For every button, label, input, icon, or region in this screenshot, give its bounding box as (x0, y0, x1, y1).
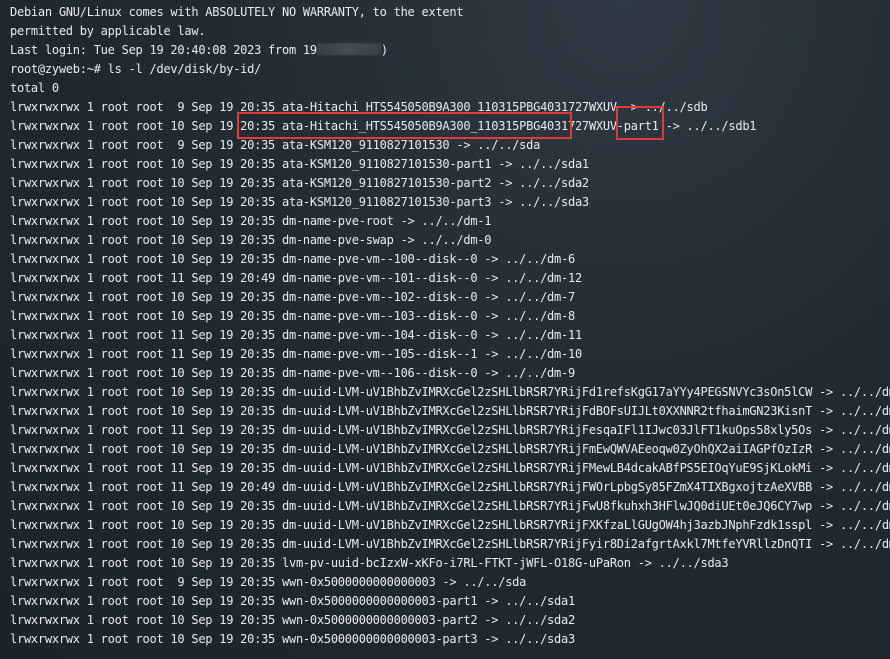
redacted-ip (316, 43, 381, 55)
listing-row: lrwxrwxrwx 1 root root 10 Sep 19 20:35 d… (10, 537, 890, 551)
listing-row: lrwxrwxrwx 1 root root 10 Sep 19 20:35 d… (10, 404, 890, 418)
total-line: total 0 (10, 81, 59, 95)
listing-row: lrwxrwxrwx 1 root root 9 Sep 19 20:35 at… (10, 138, 541, 152)
listing-row: lrwxrwxrwx 1 root root 10 Sep 19 20:35 d… (10, 309, 575, 323)
listing-row: lrwxrwxrwx 1 root root 9 Sep 19 20:35 ww… (10, 575, 527, 589)
listing-row: lrwxrwxrwx 1 root root 10 Sep 19 20:35 d… (10, 290, 575, 304)
listing-row: lrwxrwxrwx 1 root root 10 Sep 19 20:35 d… (10, 366, 575, 380)
listing-row: lrwxrwxrwx 1 root root 10 Sep 19 20:35 a… (10, 176, 589, 190)
listing-row: lrwxrwxrwx 1 root root 9 Sep 19 20:35 at… (10, 100, 708, 114)
listing-row: lrwxrwxrwx 1 root root 11 Sep 19 20:35 d… (10, 328, 582, 342)
listing-row: lrwxrwxrwx 1 root root 11 Sep 19 20:35 d… (10, 461, 890, 475)
last-login-text: Last login: Tue Sep 19 20:40:08 2023 fro… (10, 43, 317, 57)
listing-row: lrwxrwxrwx 1 root root 10 Sep 19 20:35 a… (10, 195, 589, 209)
listing-row: lrwxrwxrwx 1 root root 11 Sep 19 20:49 d… (10, 480, 890, 494)
terminal-window[interactable]: Debian GNU/Linux comes with ABSOLUTELY N… (0, 0, 890, 659)
motd-warranty-line-2: permitted by applicable law. (10, 24, 206, 38)
listing-row: lrwxrwxrwx 1 root root 10 Sep 19 20:35 a… (10, 157, 589, 171)
listing-row: lrwxrwxrwx 1 root root 10 Sep 19 20:35 d… (10, 385, 890, 399)
listing-row: lrwxrwxrwx 1 root root 10 Sep 19 20:35 d… (10, 252, 575, 266)
shell-prompt: root@zyweb:~# (10, 62, 108, 76)
command-text: ls -l /dev/disk/by-id/ (107, 62, 262, 76)
listing-row: lrwxrwxrwx 1 root root 10 Sep 19 20:35 w… (10, 613, 575, 627)
listing-row: lrwxrwxrwx 1 root root 10 Sep 19 20:35 w… (10, 594, 575, 608)
last-login-suffix: ) (380, 43, 388, 57)
listing-row: lrwxrwxrwx 1 root root 10 Sep 19 20:35 d… (10, 214, 492, 228)
listing-row: lrwxrwxrwx 1 root root 11 Sep 19 20:35 d… (10, 347, 582, 361)
command-line[interactable]: root@zyweb:~# ls -l /dev/disk/by-id/ (10, 60, 261, 79)
listing-row: lrwxrwxrwx 1 root root 10 Sep 19 20:35 d… (10, 499, 890, 513)
last-login-line: Last login: Tue Sep 19 20:40:08 2023 fro… (10, 41, 388, 60)
listing-row: lrwxrwxrwx 1 root root 10 Sep 19 20:35 l… (10, 556, 729, 570)
listing-row: lrwxrwxrwx 1 root root 10 Sep 19 20:35 d… (10, 442, 890, 456)
listing-row: lrwxrwxrwx 1 root root 10 Sep 19 20:35 w… (10, 632, 575, 646)
listing-row: lrwxrwxrwx 1 root root 10 Sep 19 20:35 d… (10, 518, 890, 532)
listing-row: lrwxrwxrwx 1 root root 11 Sep 19 20:49 d… (10, 271, 582, 285)
listing-row: lrwxrwxrwx 1 root root 10 Sep 19 20:35 d… (10, 233, 492, 247)
motd-warranty-line-1: Debian GNU/Linux comes with ABSOLUTELY N… (10, 5, 464, 19)
listing-row: lrwxrwxrwx 1 root root 10 Sep 19 20:35 a… (10, 119, 757, 133)
listing-row: lrwxrwxrwx 1 root root 11 Sep 19 20:35 d… (10, 423, 890, 437)
